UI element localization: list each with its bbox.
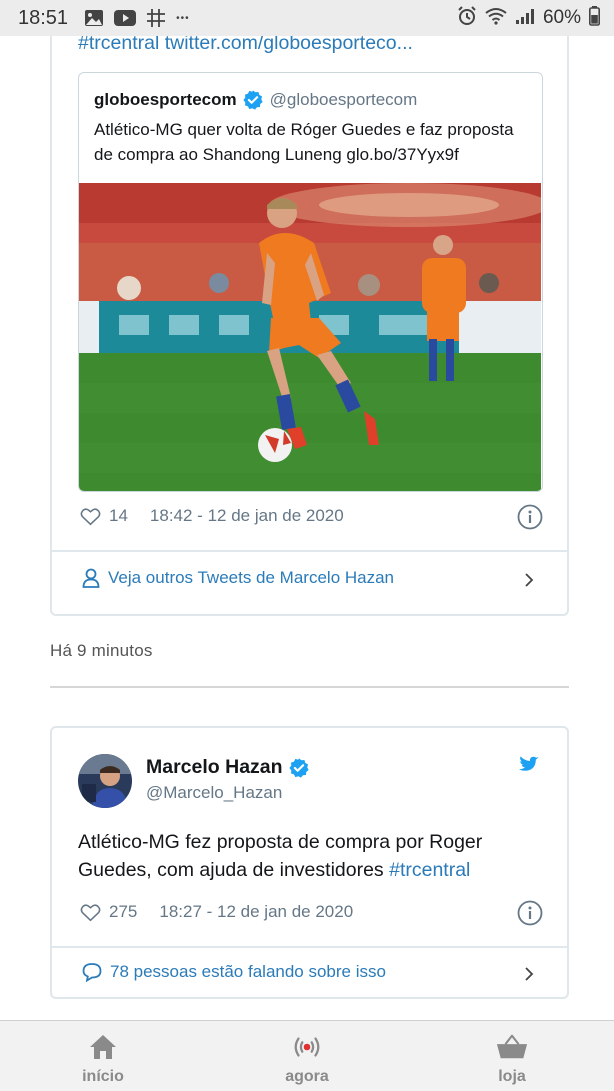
embedded-tweet[interactable]: Marcelo Hazan @Marcelo_Hazan Atlético-MG… xyxy=(50,726,569,999)
tweet-timestamp[interactable]: 18:27 - 12 de jan de 2020 xyxy=(159,902,353,922)
status-time: 18:51 xyxy=(18,6,69,29)
tweet-timestamp[interactable]: 18:42 - 12 de jan de 2020 xyxy=(150,506,344,526)
quoted-tweet[interactable]: globoesportecom @globoesportecom Atlétic… xyxy=(78,72,543,492)
nav-item-loja[interactable]: loja xyxy=(452,1021,572,1091)
quoted-author-name[interactable]: globoesportecom xyxy=(94,90,237,110)
youtube-icon xyxy=(114,10,137,26)
quoted-author-handle: @globoesportecom xyxy=(269,90,418,109)
gallery-icon xyxy=(84,9,104,27)
like-heart-icon[interactable] xyxy=(80,507,101,526)
info-icon[interactable] xyxy=(517,504,543,530)
tweet-meta: 275 18:27 - 12 de jan de 2020 xyxy=(80,902,353,922)
tweet-text: Atlético-MG fez proposta de compra por R… xyxy=(78,828,548,884)
verified-icon xyxy=(288,757,309,778)
bottom-navigation: início agora loja xyxy=(0,1020,614,1091)
battery-level: 60% xyxy=(542,7,581,28)
quoted-tweet-header: globoesportecom @globoesportecom xyxy=(94,89,417,111)
football-player-photo[interactable] xyxy=(79,183,541,491)
hashtag-link[interactable]: #trcentral xyxy=(389,859,470,881)
verified-icon xyxy=(243,90,263,110)
article-content: #trcentral twitter.com/globoesporteco...… xyxy=(0,36,614,1020)
quoted-tweet-text: Atlético-MG quer volta de Róger Guedes e… xyxy=(94,120,514,164)
home-icon xyxy=(87,1032,119,1062)
alarm-icon xyxy=(457,5,477,31)
conversation-link[interactable]: 78 pessoas estão falando sobre isso xyxy=(82,962,386,982)
section-divider xyxy=(50,686,569,688)
status-bar: 18:51 ••• 60% xyxy=(0,0,614,36)
like-count: 275 xyxy=(109,902,138,921)
nav-label-loja: loja xyxy=(498,1068,526,1085)
wifi-icon xyxy=(485,7,507,30)
author-name[interactable]: Marcelo Hazan xyxy=(146,756,310,779)
post-time-ago: Há 9 minutos xyxy=(50,641,153,660)
like-count: 14 xyxy=(109,506,128,525)
nav-label-agora: agora xyxy=(285,1068,329,1085)
battery-icon xyxy=(589,5,600,31)
chevron-right-icon[interactable] xyxy=(522,573,536,587)
signal-icon xyxy=(515,7,535,30)
conversation-label: 78 pessoas estão falando sobre isso xyxy=(110,962,386,981)
author-name-label: Marcelo Hazan xyxy=(146,756,283,778)
card-divider xyxy=(52,550,567,552)
more-tweets-link[interactable]: Veja outros Tweets de Marcelo Hazan xyxy=(82,568,394,588)
user-icon xyxy=(82,568,100,588)
like-heart-icon[interactable] xyxy=(80,903,101,922)
chevron-right-icon[interactable] xyxy=(522,967,536,981)
nav-item-inicio[interactable]: início xyxy=(43,1021,163,1091)
author-handle[interactable]: @Marcelo_Hazan xyxy=(146,783,282,803)
live-broadcast-icon xyxy=(291,1032,323,1062)
nav-item-agora[interactable]: agora xyxy=(247,1021,367,1091)
avatar[interactable] xyxy=(78,754,132,808)
grid-icon xyxy=(146,8,166,28)
more-tweets-label: Veja outros Tweets de Marcelo Hazan xyxy=(108,568,395,587)
twitter-bird-icon[interactable] xyxy=(515,756,539,776)
tweet-meta: 14 18:42 - 12 de jan de 2020 xyxy=(80,506,344,526)
info-icon[interactable] xyxy=(517,900,543,926)
shopping-basket-icon xyxy=(496,1032,528,1062)
tweet-link[interactable]: #trcentral twitter.com/globoesporteco... xyxy=(78,36,413,55)
nav-label-inicio: início xyxy=(82,1068,124,1085)
more-notifications-icon: ••• xyxy=(176,12,190,24)
card-divider xyxy=(52,946,567,948)
embedded-tweet[interactable]: #trcentral twitter.com/globoesporteco...… xyxy=(50,36,569,616)
speech-bubble-icon xyxy=(82,963,102,982)
